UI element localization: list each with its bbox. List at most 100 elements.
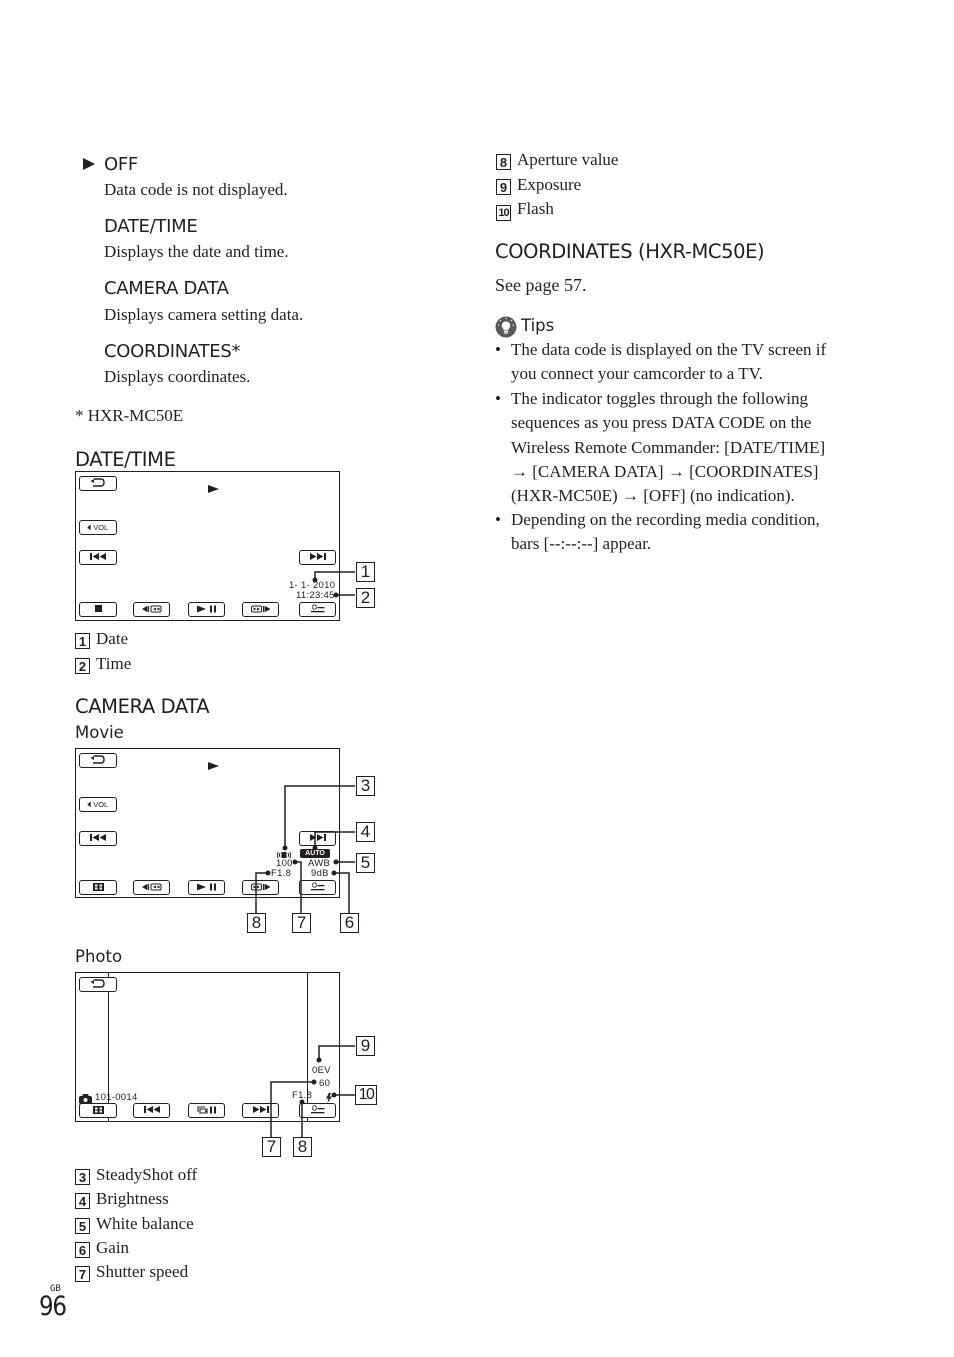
index-button[interactable] <box>79 1103 117 1118</box>
volume-button[interactable]: 🔈︎ VOL <box>79 520 117 535</box>
slideshow-button[interactable] <box>188 1103 225 1118</box>
legend-item-shutter-speed: 7 Shutter speed <box>75 1262 188 1287</box>
slow-forward-icon <box>250 883 271 893</box>
callout-5: 5 <box>356 853 375 873</box>
photo-subheading: Photo <box>75 947 123 966</box>
callout-1: 1 <box>356 562 375 582</box>
callout-4: 4 <box>356 822 375 842</box>
aperture-readout: F1.8 <box>292 1090 313 1101</box>
photo-leader-lines <box>270 1045 355 1137</box>
tip-line: Wireless Remote Commander: [DATE/TIME] <box>511 437 826 457</box>
next-button[interactable] <box>299 550 336 565</box>
option-date-time-label: DATE/TIME <box>104 216 198 237</box>
option-coordinates-label: COORDINATES* <box>104 341 241 362</box>
callout-3: 3 <box>356 776 375 796</box>
index-grid-icon <box>92 1105 104 1116</box>
date-time-leader-lines <box>312 571 355 598</box>
vol-label: VOL <box>93 522 109 532</box>
option-coordinates-description: Displays coordinates. <box>104 367 251 386</box>
default-marker-icon <box>82 156 96 177</box>
slow-reverse-button[interactable] <box>133 602 170 617</box>
footnote: * HXR-MC50E <box>75 406 184 425</box>
movie-subheading: Movie <box>75 723 124 742</box>
legend-label: Gain <box>96 1238 130 1257</box>
legend-label: Brightness <box>96 1189 169 1208</box>
movie-screen: 🔈︎ VOL AUTO 100 AWB F1.8 9dB <box>75 748 340 898</box>
movie-leader-lines <box>255 785 355 913</box>
slow-reverse-icon <box>141 883 162 893</box>
legend-item-brightness: 4 Brightness <box>75 1189 169 1214</box>
legend-item-gain: 6 Gain <box>75 1238 129 1263</box>
option-off-label: OFF <box>104 154 138 175</box>
play-pause-icon <box>196 883 217 893</box>
play-pause-button[interactable] <box>188 602 225 617</box>
back-button[interactable] <box>79 476 117 491</box>
slow-forward-button[interactable] <box>242 602 279 617</box>
skip-previous-icon <box>90 553 106 562</box>
legend-item-steadyshot: 3 SteadyShot off <box>75 1165 197 1190</box>
legend-item-date: 1 Date <box>75 629 128 654</box>
file-number-readout: 101-0014 <box>95 1092 138 1103</box>
volume-button[interactable]: 🔈︎ VOL <box>79 797 117 812</box>
slow-reverse-icon <box>141 605 162 615</box>
legend-number: 3 <box>75 1169 90 1185</box>
back-icon <box>90 755 106 766</box>
option-camera-data-description: Displays camera setting data. <box>104 305 304 324</box>
tip-line: bars [--:--:--] appear. <box>511 534 652 554</box>
gain-readout: 9dB <box>311 868 329 879</box>
back-button[interactable] <box>79 977 117 992</box>
camera-data-heading: CAMERA DATA <box>75 695 210 718</box>
tips-heading: Tips <box>521 316 555 335</box>
option-menu-button[interactable] <box>299 1103 336 1118</box>
option-menu-button[interactable] <box>299 880 336 895</box>
legend-number: 4 <box>75 1193 90 1209</box>
tip-line: The data code is displayed on the TV scr… <box>511 340 827 359</box>
tip-line: → [CAMERA DATA] → [COORDINATES] <box>511 461 819 481</box>
callout-7: 7 <box>292 913 311 933</box>
slideshow-pause-icon <box>196 1105 217 1116</box>
skip-next-icon <box>309 834 326 843</box>
previous-button[interactable] <box>133 1103 170 1118</box>
index-button[interactable] <box>79 880 117 895</box>
tip-line: Depending on the recording media conditi… <box>511 510 820 529</box>
stop-button[interactable] <box>79 602 117 617</box>
next-button[interactable] <box>299 831 336 846</box>
slow-forward-icon <box>250 605 271 615</box>
previous-button[interactable] <box>79 831 117 846</box>
skip-next-icon <box>252 1106 269 1115</box>
slow-forward-button[interactable] <box>242 880 279 895</box>
date-time-heading: DATE/TIME <box>75 448 176 471</box>
callout-10: 10 <box>355 1085 377 1105</box>
previous-button[interactable] <box>79 550 117 565</box>
callout-7-photo: 7 <box>262 1137 281 1157</box>
date-time-screen: 🔈︎ VOL 1- 1- 2010 11:23:45 <box>75 471 340 621</box>
legend-label: Aperture value <box>517 150 619 169</box>
callout-9: 9 <box>356 1036 375 1056</box>
option-menu-icon <box>310 604 325 615</box>
play-indicator-icon <box>208 757 219 775</box>
bullet-icon: • <box>495 510 501 529</box>
callout-8-photo: 8 <box>293 1137 312 1157</box>
legend-label: Time <box>96 654 132 673</box>
skip-previous-icon <box>90 834 106 843</box>
back-icon <box>90 979 106 990</box>
option-menu-icon <box>310 882 325 893</box>
slow-reverse-button[interactable] <box>133 880 170 895</box>
bullet-icon: • <box>495 340 501 359</box>
legend-item-exposure: 9 Exposure <box>496 175 581 200</box>
skip-next-icon <box>309 553 326 562</box>
bullet-icon: • <box>495 389 501 408</box>
option-menu-button[interactable] <box>299 602 336 617</box>
play-pause-button[interactable] <box>188 880 225 895</box>
legend-item-aperture: 8 Aperture value <box>496 150 618 175</box>
legend-label: Date <box>96 629 129 648</box>
play-pause-icon <box>196 605 217 615</box>
tip-line: The indicator toggles through the follow… <box>511 389 808 408</box>
legend-item-flash: 10 Flash <box>496 199 554 224</box>
index-grid-icon <box>92 882 104 893</box>
next-button[interactable] <box>242 1103 279 1118</box>
legend-number: 7 <box>75 1266 90 1282</box>
callout-6: 6 <box>340 913 359 933</box>
page-number: 96 <box>39 1291 67 1322</box>
back-button[interactable] <box>79 753 117 768</box>
